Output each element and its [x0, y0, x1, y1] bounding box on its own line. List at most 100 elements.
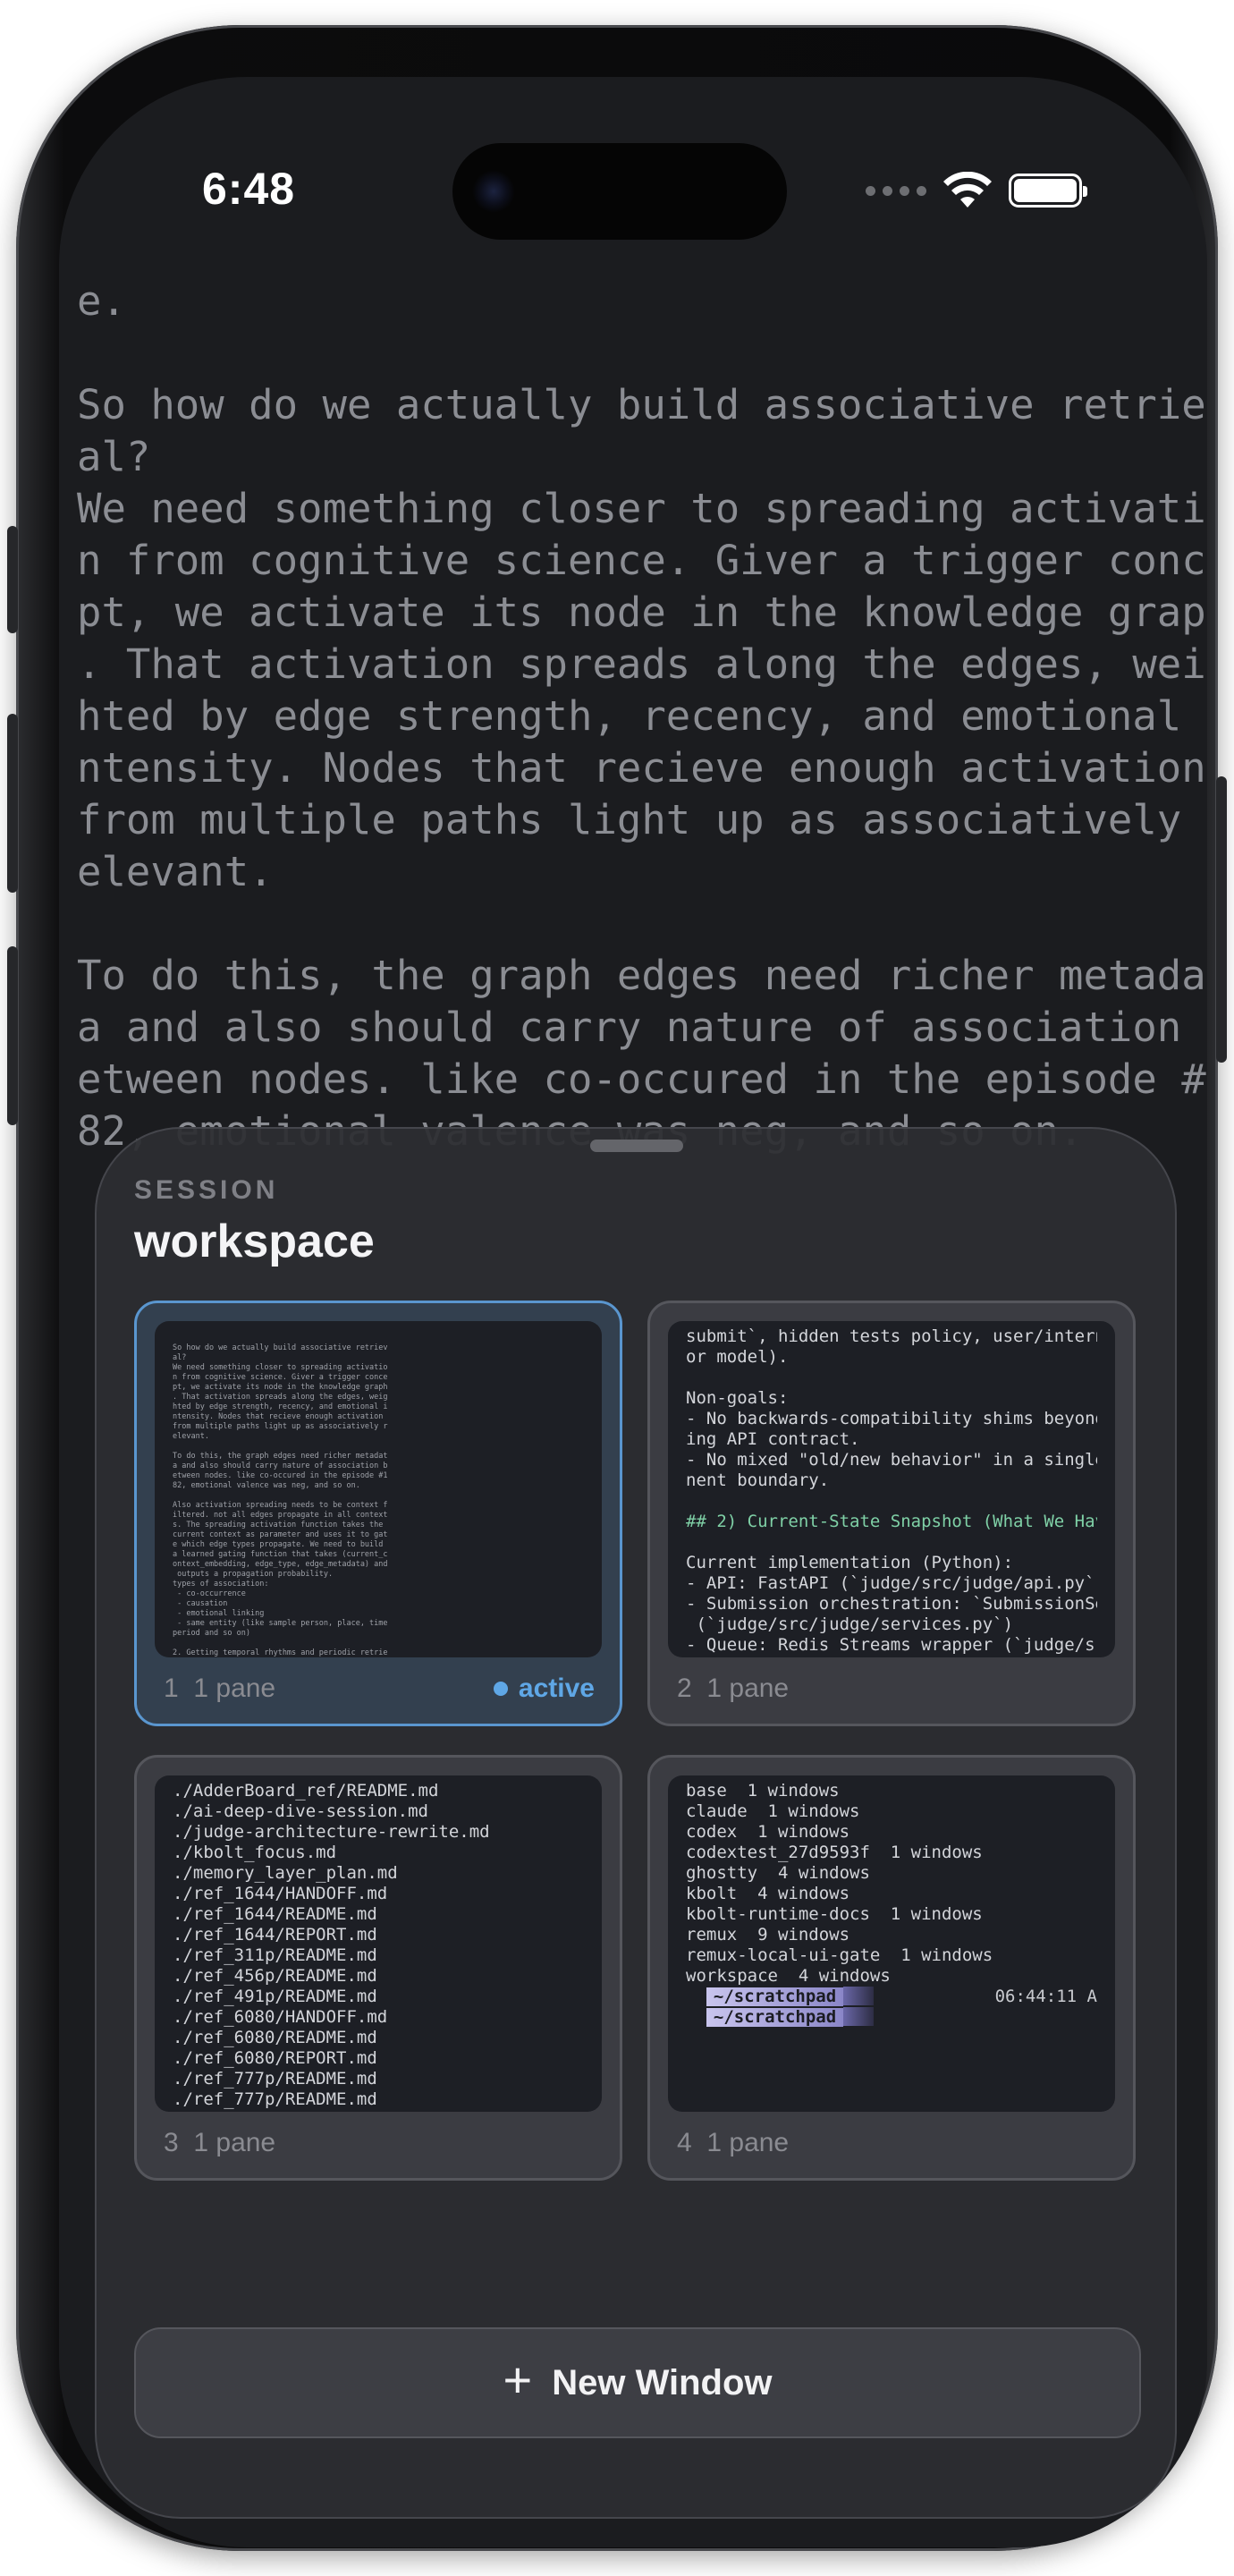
- thumbnail-line: ntensity. Nodes that recieve enough acti…: [173, 1412, 384, 1421]
- prompt-segment: [843, 1987, 875, 2005]
- terminal-line: ntensity. Nodes that recieve enough acti…: [77, 744, 1207, 792]
- thumbnail-line: e which edge types propagate. We need to…: [173, 1540, 384, 1549]
- thumbnail-line: ./kbolt_focus.md: [173, 1843, 337, 1862]
- action-button: [7, 526, 18, 633]
- sheet-grabber[interactable]: [590, 1140, 683, 1152]
- screen: 6:48 e. So how do we actually build assoc…: [59, 77, 1207, 2547]
- thumbnail-line: codex 1 windows: [686, 1822, 850, 1842]
- terminal-line: n from cognitive science. Giver a trigge…: [77, 537, 1207, 584]
- thumbnail-line: Also activation spreading needs to be co…: [173, 1501, 388, 1510]
- window-caption: 2 1 pane: [677, 1674, 789, 1704]
- thumbnail-line: - emotional linking: [173, 1609, 265, 1618]
- new-window-button[interactable]: + New Window: [134, 2327, 1141, 2438]
- thumbnail-line: To do this, the graph edges need richer …: [173, 1452, 388, 1461]
- thumbnail-line: submit`, hidden tests policy, user/inter…: [686, 1326, 1097, 1346]
- prompt-time: 06:44:11 A: [994, 1987, 1097, 2006]
- thumbnail-line: period and so on): [173, 1629, 250, 1638]
- thumbnail-line: - causation: [173, 1599, 228, 1608]
- terminal-line: . That activation spreads along the edge…: [77, 640, 1207, 688]
- thumbnail-line: base 1 windows: [686, 1781, 840, 1801]
- volume-up-button: [7, 714, 18, 893]
- status-icons: [866, 172, 1087, 209]
- thumbnail-line: ghostty 4 windows: [686, 1863, 870, 1883]
- window-pane-count: 1 pane: [193, 2128, 276, 2157]
- thumbnail-line: a learned gating function that takes (cu…: [173, 1550, 388, 1559]
- thumbnail-line: n from cognitive science. Giver a trigge…: [173, 1373, 388, 1382]
- terminal-line: etween nodes. like co-occured in the epi…: [77, 1055, 1207, 1103]
- thumbnail-line: - Submission orchestration: `SubmissionS…: [686, 1594, 1097, 1614]
- thumbnail-line: ./ref_491p/README.md: [173, 1987, 377, 2006]
- thumbnail-line: remux 9 windows: [686, 1925, 850, 1945]
- terminal-line: a and also should carry nature of associ…: [77, 1004, 1207, 1051]
- camera-icon: [472, 170, 515, 213]
- thumbnail-line: ./ai-deep-dive-session.md: [173, 1801, 428, 1821]
- thumbnail-line: - co-occurrence: [173, 1589, 246, 1598]
- shell-prompt: ~/scratchpad: [686, 2007, 1097, 2028]
- thumbnail-line: - No backwards-compatibility shims beyon…: [686, 1409, 1097, 1428]
- thumbnail-line: - No mixed "old/new behavior" in a singl…: [686, 1450, 1097, 1470]
- thumbnail-line: types of association:: [173, 1580, 269, 1589]
- window-thumbnail: base 1 windows claude 1 windows codex 1 wi…: [668, 1775, 1115, 2112]
- window-index: 4: [677, 2128, 692, 2157]
- wifi-icon: [943, 172, 992, 208]
- thumbnail-line: (`judge/src/judge/services.py`): [686, 1614, 1014, 1634]
- plus-icon: +: [503, 2351, 533, 2408]
- thumbnail-line: iltered. not all edges propagate in all …: [173, 1511, 388, 1520]
- thumbnail-line: [173, 1491, 584, 1501]
- window-card-1[interactable]: So how do we actually build associative …: [134, 1301, 622, 1726]
- thumbnail-line: outputs a propagation probability.: [173, 1570, 334, 1579]
- active-label: active: [518, 1674, 595, 1703]
- window-thumbnail: ./AdderBoard_ref/README.md ./ai-deep-dive…: [155, 1775, 602, 2112]
- thumbnail-line: ./ref_6080/HANDOFF.md: [173, 2007, 388, 2027]
- thumbnail-line: 82, emotional valence was neg, and so on…: [173, 1481, 360, 1490]
- phone-frame: 6:48 e. So how do we actually build assoc…: [7, 25, 1227, 2551]
- window-pane-count: 1 pane: [706, 1674, 790, 1703]
- thumbnail-line: ./ref_1644/README.md: [173, 1904, 377, 1924]
- thumbnail-line: workspace 4 windows: [686, 1966, 891, 1986]
- session-label: SESSION: [134, 1175, 279, 1205]
- thumbnail-line: ./ref_311p/README.md: [173, 1945, 377, 1965]
- power-button: [1216, 776, 1227, 1063]
- thumbnail-line: [173, 1442, 584, 1452]
- thumbnail-line: current context as parameter and uses it…: [173, 1530, 388, 1539]
- terminal-line: pt, we activate its node in the knowledg…: [77, 589, 1207, 636]
- thumbnail-line: claude 1 windows: [686, 1801, 860, 1821]
- thumbnail-line: ./ref_456p/README.md: [173, 1966, 377, 1986]
- new-window-label: New Window: [552, 2362, 773, 2402]
- thumbnail-line: ontext_embedding, edge_type, edge_metada…: [173, 1560, 388, 1569]
- window-card-2[interactable]: submit`, hidden tests policy, user/inter…: [647, 1301, 1136, 1726]
- window-pane-count: 1 pane: [193, 1674, 276, 1703]
- terminal-line: To do this, the graph edges need richer …: [77, 952, 1207, 999]
- thumbnail-line: - same entity (like sample person, place…: [173, 1619, 388, 1628]
- thumbnail-line: hted by edge strength, recency, and emot…: [173, 1402, 388, 1411]
- thumbnail-line: or model).: [686, 1347, 789, 1367]
- thumbnail-line: s. The spreading activation function tak…: [173, 1521, 384, 1530]
- window-index: 1: [164, 1674, 179, 1703]
- terminal-background: e. So how do we actually build associativ…: [77, 275, 1207, 1157]
- thumbnail-line: remux-local-ui-gate 1 windows: [686, 1945, 993, 1965]
- prompt-path: ~/scratchpad: [706, 2008, 844, 2027]
- thumbnail-line: - Queue: Redis Streams wrapper (`judge/s…: [686, 1635, 1097, 1655]
- window-card-3[interactable]: ./AdderBoard_ref/README.md ./ai-deep-dive…: [134, 1755, 622, 2181]
- thumbnail-line: ./judge-architecture-rewrite.md: [173, 1822, 490, 1842]
- thumbnail-line: Non-goals:: [686, 1388, 789, 1408]
- thumbnail-line: nent boundary.: [686, 1470, 830, 1490]
- thumbnail-line: ./ref_777p/README.md: [173, 2089, 377, 2109]
- terminal-line: So how do we actually build associative …: [77, 381, 1207, 428]
- window-card-4[interactable]: base 1 windows claude 1 windows codex 1 wi…: [647, 1755, 1136, 2181]
- thumbnail-line: 2. Getting temporal rhythms and periodic…: [173, 1648, 388, 1657]
- window-caption: 4 1 pane: [677, 2128, 789, 2158]
- prompt-path: ~/scratchpad: [706, 1987, 844, 2006]
- active-dot-icon: [493, 1682, 508, 1696]
- terminal-line: We need something closer to spreading ac…: [77, 485, 1207, 532]
- terminal-line: al?: [77, 433, 151, 480]
- thumbnail-line: We need something closer to spreading ac…: [173, 1363, 388, 1372]
- window-pane-count: 1 pane: [706, 2128, 790, 2157]
- dynamic-island: [452, 143, 787, 240]
- thumbnail-line: kbolt-runtime-docs 1 windows: [686, 1904, 983, 1924]
- cellular-signal-icon: [866, 185, 926, 196]
- thumbnail-line: etween nodes. like co-occured in the epi…: [173, 1471, 388, 1480]
- terminal-line: elevant.: [77, 848, 274, 895]
- thumbnail-line: ing API contract.: [686, 1429, 860, 1449]
- terminal-line: hted by edge strength, recency, and emot…: [77, 692, 1207, 740]
